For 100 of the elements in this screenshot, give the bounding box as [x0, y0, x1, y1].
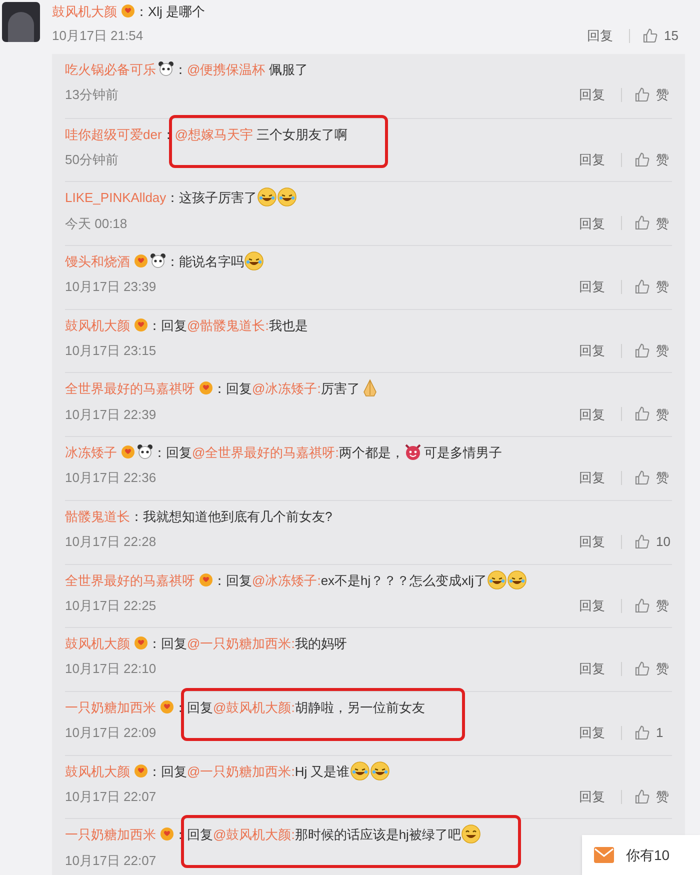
- comment-text: 回复: [161, 318, 187, 333]
- comment-text: 三个女朋友了啊: [256, 126, 348, 142]
- colon: ：: [166, 254, 179, 270]
- colon: ：: [213, 572, 226, 588]
- comment-text: 回复: [166, 445, 192, 460]
- like-button[interactable]: 赞: [634, 404, 672, 424]
- user-name[interactable]: 鼓风机大颜: [65, 764, 130, 779]
- like-button[interactable]: 赞: [634, 596, 672, 616]
- heart-badge-icon: [160, 827, 174, 842]
- comment-text: 回复: [187, 827, 213, 842]
- thumbs-up-icon: [634, 87, 650, 103]
- reply-link[interactable]: 回复: [575, 85, 609, 105]
- thumbs-up-icon: [634, 661, 650, 678]
- envelope-icon: [594, 847, 614, 863]
- comment-time: 10月17日 21:54: [52, 27, 144, 46]
- colon: ：: [148, 764, 161, 779]
- reply-link[interactable]: 回复: [575, 214, 609, 234]
- heart-badge-icon: [134, 636, 148, 650]
- mention-link[interactable]: @鼓风机大颜:: [213, 700, 295, 715]
- panda-icon: [150, 253, 166, 268]
- mention-link[interactable]: @便携保温杯: [187, 62, 266, 77]
- comment-text: 回复: [226, 572, 252, 588]
- like-button[interactable]: 1: [634, 723, 672, 743]
- user-name[interactable]: 鼓风机大颜: [52, 4, 117, 19]
- comment-text: 两个都是，: [338, 445, 404, 460]
- colon: ：: [213, 381, 226, 396]
- comment-text: 回复: [187, 700, 213, 715]
- mention-link[interactable]: @骷髅鬼道长:: [187, 318, 269, 333]
- reply-link[interactable]: 回复: [575, 659, 609, 679]
- reply-link[interactable]: 回复: [575, 723, 609, 743]
- like-button[interactable]: 15: [642, 26, 684, 46]
- like-button[interactable]: 赞: [634, 150, 672, 170]
- thumbs-up-icon: [634, 342, 650, 359]
- like-button[interactable]: 赞: [634, 214, 672, 234]
- reply-link[interactable]: 回复: [575, 786, 609, 806]
- comment-time: 10月17日 22:07: [65, 788, 156, 806]
- heart-badge-icon: [121, 445, 135, 460]
- mention-link[interactable]: @全世界最好的马嘉祺呀:: [192, 445, 339, 460]
- comment-time: 10月17日 22:07: [65, 852, 156, 870]
- thumbs-up-icon: [634, 152, 650, 168]
- avatar[interactable]: [2, 2, 40, 42]
- colon: ：: [174, 827, 187, 842]
- user-name[interactable]: 鼓风机大颜: [65, 318, 130, 333]
- reply-link[interactable]: 回复: [575, 468, 609, 488]
- heart-badge-icon: [134, 318, 148, 332]
- comment-text: 回复: [226, 381, 252, 396]
- heart-badge-icon: [199, 381, 213, 396]
- like-button[interactable]: 赞: [634, 786, 672, 806]
- mention-link[interactable]: @冰冻矮子:: [252, 381, 321, 396]
- reply-link[interactable]: 回复: [575, 277, 609, 297]
- message-notification[interactable]: 你有10: [582, 835, 700, 875]
- thumbs-up-icon: [634, 534, 650, 550]
- mention-link[interactable]: @冰冻矮子:: [252, 572, 321, 588]
- comment-time: 10月17日 23:15: [65, 342, 156, 360]
- laughing-emoji-icon: [486, 570, 507, 590]
- like-button[interactable]: 赞: [634, 85, 672, 105]
- user-name[interactable]: 一只奶糖加西米: [65, 827, 156, 842]
- reply-link[interactable]: 回复: [575, 150, 609, 170]
- heart-badge-icon: [121, 4, 135, 18]
- user-name[interactable]: 骷髅鬼道长: [65, 508, 130, 524]
- user-name[interactable]: 一只奶糖加西米: [65, 700, 156, 715]
- reply-link[interactable]: 回复: [575, 404, 609, 424]
- mention-link[interactable]: @一只奶糖加西米:: [187, 636, 295, 652]
- comment-text: 回复: [161, 636, 187, 652]
- like-button[interactable]: 赞: [634, 659, 672, 679]
- mention-link[interactable]: @想嫁马天宇: [174, 126, 253, 142]
- colon: ：: [153, 445, 166, 460]
- user-name[interactable]: 全世界最好的马嘉祺呀: [65, 381, 195, 396]
- like-button[interactable]: 10: [634, 532, 672, 552]
- comment-time: 13分钟前: [65, 86, 118, 104]
- colon: ：: [162, 126, 175, 142]
- like-button[interactable]: 赞: [634, 277, 672, 297]
- comment-text: 那时候的话应该是hj被绿了吧: [294, 827, 461, 842]
- heart-badge-icon: [134, 764, 148, 778]
- comment-time: 10月17日 22:28: [65, 533, 156, 552]
- reply-link[interactable]: 回复: [583, 26, 617, 46]
- panda-icon: [158, 61, 174, 76]
- mention-link[interactable]: @鼓风机大颜:: [213, 827, 295, 842]
- user-name[interactable]: 哇你超级可爱der: [65, 126, 162, 142]
- like-button[interactable]: 赞: [634, 341, 672, 360]
- panda-icon: [137, 444, 153, 460]
- user-name[interactable]: 全世界最好的马嘉祺呀: [65, 572, 195, 588]
- user-name[interactable]: 馒头和烧酒: [65, 254, 130, 270]
- laughing-emoji-icon: [506, 570, 527, 590]
- comment-text: Hj 又是谁: [294, 764, 350, 779]
- like-button[interactable]: 赞: [634, 468, 672, 488]
- mention-link[interactable]: @一只奶糖加西米:: [187, 764, 295, 779]
- comment-text: 我就想知道他到底有几个前女友?: [143, 508, 332, 524]
- comment-time: 10月17日 22:10: [65, 660, 156, 678]
- reply-link[interactable]: 回复: [575, 596, 609, 616]
- comment-time: 10月17日 22:39: [65, 406, 156, 424]
- reply-link[interactable]: 回复: [575, 341, 609, 360]
- user-name[interactable]: LIKE_PINKAllday: [65, 190, 166, 206]
- laughing-emoji-icon: [277, 187, 298, 208]
- user-name[interactable]: 吃火锅必备可乐: [65, 62, 156, 77]
- user-name[interactable]: 冰冻矮子: [65, 445, 117, 460]
- user-name[interactable]: 鼓风机大颜: [65, 636, 130, 652]
- reply-link[interactable]: 回复: [575, 532, 609, 552]
- grinning-emoji-icon: [460, 824, 481, 844]
- thumbs-up-icon: [634, 279, 650, 296]
